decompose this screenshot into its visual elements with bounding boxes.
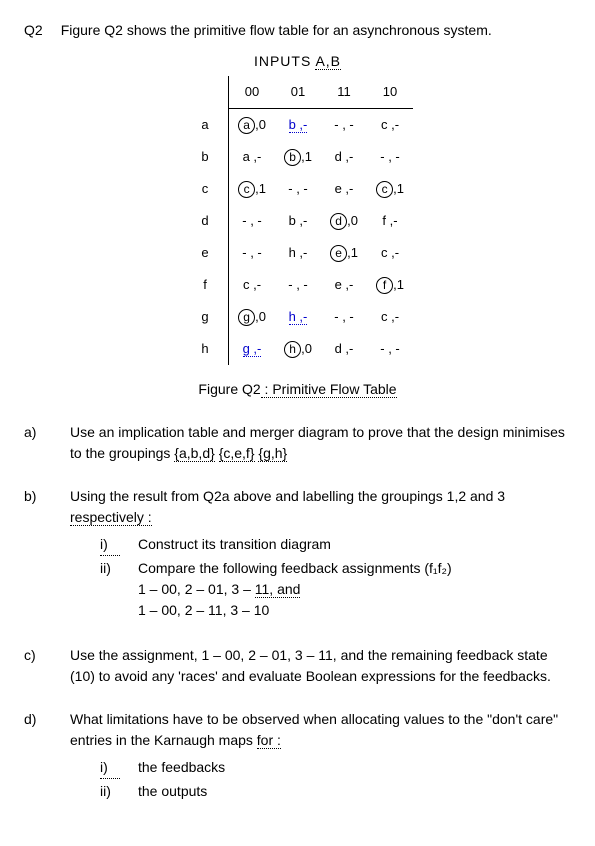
subpart-i: i) the feedbacks xyxy=(100,757,571,779)
flow-cell: - , - xyxy=(275,173,321,205)
flow-cell: - , - xyxy=(367,141,413,173)
flow-cell: e ,- xyxy=(321,269,367,301)
subpart-label: ii) xyxy=(100,558,120,621)
subpart-label: i) xyxy=(100,534,120,556)
col-header: 11 xyxy=(321,76,367,109)
flow-cell: g ,- xyxy=(229,333,276,365)
subpart-text: the feedbacks xyxy=(138,757,225,779)
flow-cell: d ,- xyxy=(321,333,367,365)
col-header: 10 xyxy=(367,76,413,109)
part-body: Using the result from Q2a above and labe… xyxy=(70,486,571,623)
row-label: b xyxy=(182,141,229,173)
flow-cell: c ,- xyxy=(367,109,413,142)
question-header: Q2 Figure Q2 shows the primitive flow ta… xyxy=(24,20,571,41)
part-body: Use the assignment, 1 – 00, 2 – 01, 3 – … xyxy=(70,645,571,687)
row-label: e xyxy=(182,237,229,269)
subpart-text: Construct its transition diagram xyxy=(138,534,331,556)
col-header: 01 xyxy=(275,76,321,109)
flow-cell: e,1 xyxy=(321,237,367,269)
subpart-label: i) xyxy=(100,757,120,779)
part-label: c) xyxy=(24,645,48,687)
part-body: What limitations have to be observed whe… xyxy=(70,709,571,804)
flow-cell: c ,- xyxy=(367,301,413,333)
part-b: b) Using the result from Q2a above and l… xyxy=(24,486,571,623)
flow-cell: d ,- xyxy=(321,141,367,173)
flow-cell: f,1 xyxy=(367,269,413,301)
flow-cell: b ,- xyxy=(275,109,321,142)
col-header: 00 xyxy=(229,76,276,109)
flow-cell: - , - xyxy=(275,269,321,301)
flow-cell: a,0 xyxy=(229,109,276,142)
part-c: c) Use the assignment, 1 – 00, 2 – 01, 3… xyxy=(24,645,571,687)
flow-cell: c ,- xyxy=(229,269,276,301)
subpart-i: i) Construct its transition diagram xyxy=(100,534,571,556)
flow-cell: g,0 xyxy=(229,301,276,333)
row-label: g xyxy=(182,301,229,333)
flow-cell: c ,- xyxy=(367,237,413,269)
part-d: d) What limitations have to be observed … xyxy=(24,709,571,804)
row-label: h xyxy=(182,333,229,365)
part-a: a) Use an implication table and merger d… xyxy=(24,422,571,464)
question-number: Q2 xyxy=(24,20,43,41)
flow-cell: c,1 xyxy=(367,173,413,205)
flow-cell: d,0 xyxy=(321,205,367,237)
flow-table: 00 01 11 10 aa,0b ,- - , -c ,-ba ,-b,1d … xyxy=(24,76,571,365)
subpart-label: ii) xyxy=(100,781,120,802)
flow-cell: h,0 xyxy=(275,333,321,365)
flow-cell: c,1 xyxy=(229,173,276,205)
part-label: b) xyxy=(24,486,48,623)
row-label: f xyxy=(182,269,229,301)
flow-cell: b,1 xyxy=(275,141,321,173)
row-label: d xyxy=(182,205,229,237)
flow-cell: b ,- xyxy=(275,205,321,237)
subpart-text: Compare the following feedback assignmen… xyxy=(138,558,452,621)
flow-cell: h ,- xyxy=(275,237,321,269)
flow-cell: - , - xyxy=(321,109,367,142)
question-intro: Figure Q2 shows the primitive flow table… xyxy=(61,20,492,41)
flow-cell: - , - xyxy=(367,333,413,365)
flow-cell: - , - xyxy=(321,301,367,333)
part-label: a) xyxy=(24,422,48,464)
flow-cell: f ,- xyxy=(367,205,413,237)
part-body: Use an implication table and merger diag… xyxy=(70,422,571,464)
part-label: d) xyxy=(24,709,48,804)
row-label: c xyxy=(182,173,229,205)
flow-cell: a ,- xyxy=(229,141,276,173)
flow-cell: e ,- xyxy=(321,173,367,205)
subpart-ii: ii) Compare the following feedback assig… xyxy=(100,558,571,621)
subpart-text: the outputs xyxy=(138,781,207,802)
flow-cell: - , - xyxy=(229,237,276,269)
row-label: a xyxy=(182,109,229,142)
figure-caption: Figure Q2 : Primitive Flow Table xyxy=(24,379,571,400)
subpart-ii: ii) the outputs xyxy=(100,781,571,802)
inputs-label: INPUTS A,B xyxy=(24,51,571,72)
flow-cell: h ,- xyxy=(275,301,321,333)
flow-cell: - , - xyxy=(229,205,276,237)
